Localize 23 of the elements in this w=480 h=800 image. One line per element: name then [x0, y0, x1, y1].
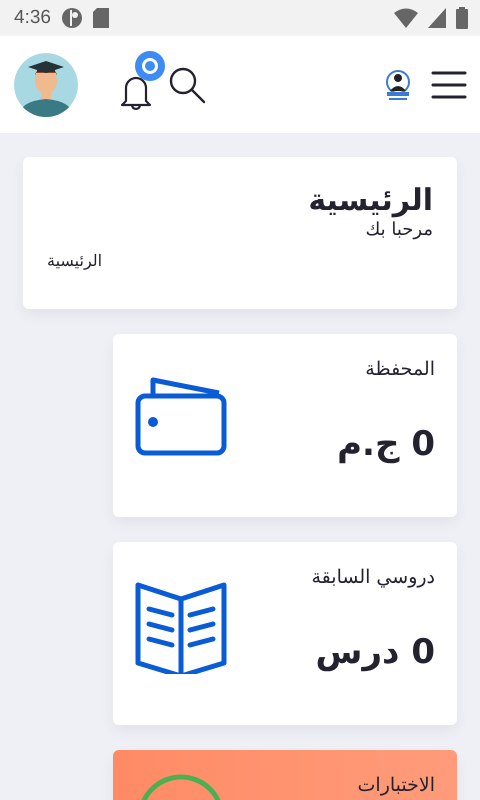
breadcrumb[interactable]: الرئيسية	[47, 251, 102, 270]
stat-card[interactable]: المحفظة 0 ج.م	[113, 334, 457, 517]
sd-card-icon	[92, 8, 109, 28]
card-title: المحفظة	[365, 357, 435, 382]
menu-icon[interactable]	[431, 70, 467, 100]
app-notification-icon	[60, 7, 83, 29]
avatar[interactable]	[14, 52, 78, 116]
stat-card[interactable]: دروسي السابقة 0 درس	[113, 542, 457, 725]
logo-icon	[385, 68, 411, 102]
book-icon	[135, 582, 227, 674]
battery-icon	[456, 7, 468, 29]
card-value: 0 ج.م	[337, 424, 435, 464]
page-title: الرئيسية	[307, 183, 433, 219]
card-title: الاختبارات	[358, 773, 435, 798]
search-icon[interactable]	[168, 66, 206, 104]
card-title: دروسي السابقة	[312, 565, 435, 590]
stat-card[interactable]: الاختبارات	[113, 750, 457, 800]
notification-dot-icon	[135, 50, 165, 80]
signal-icon	[428, 8, 446, 28]
status-time: 4:36	[14, 7, 51, 29]
welcome-text: مرحبا بك	[364, 219, 433, 241]
wifi-icon	[394, 8, 418, 28]
card-value: 0 درس	[316, 632, 435, 672]
